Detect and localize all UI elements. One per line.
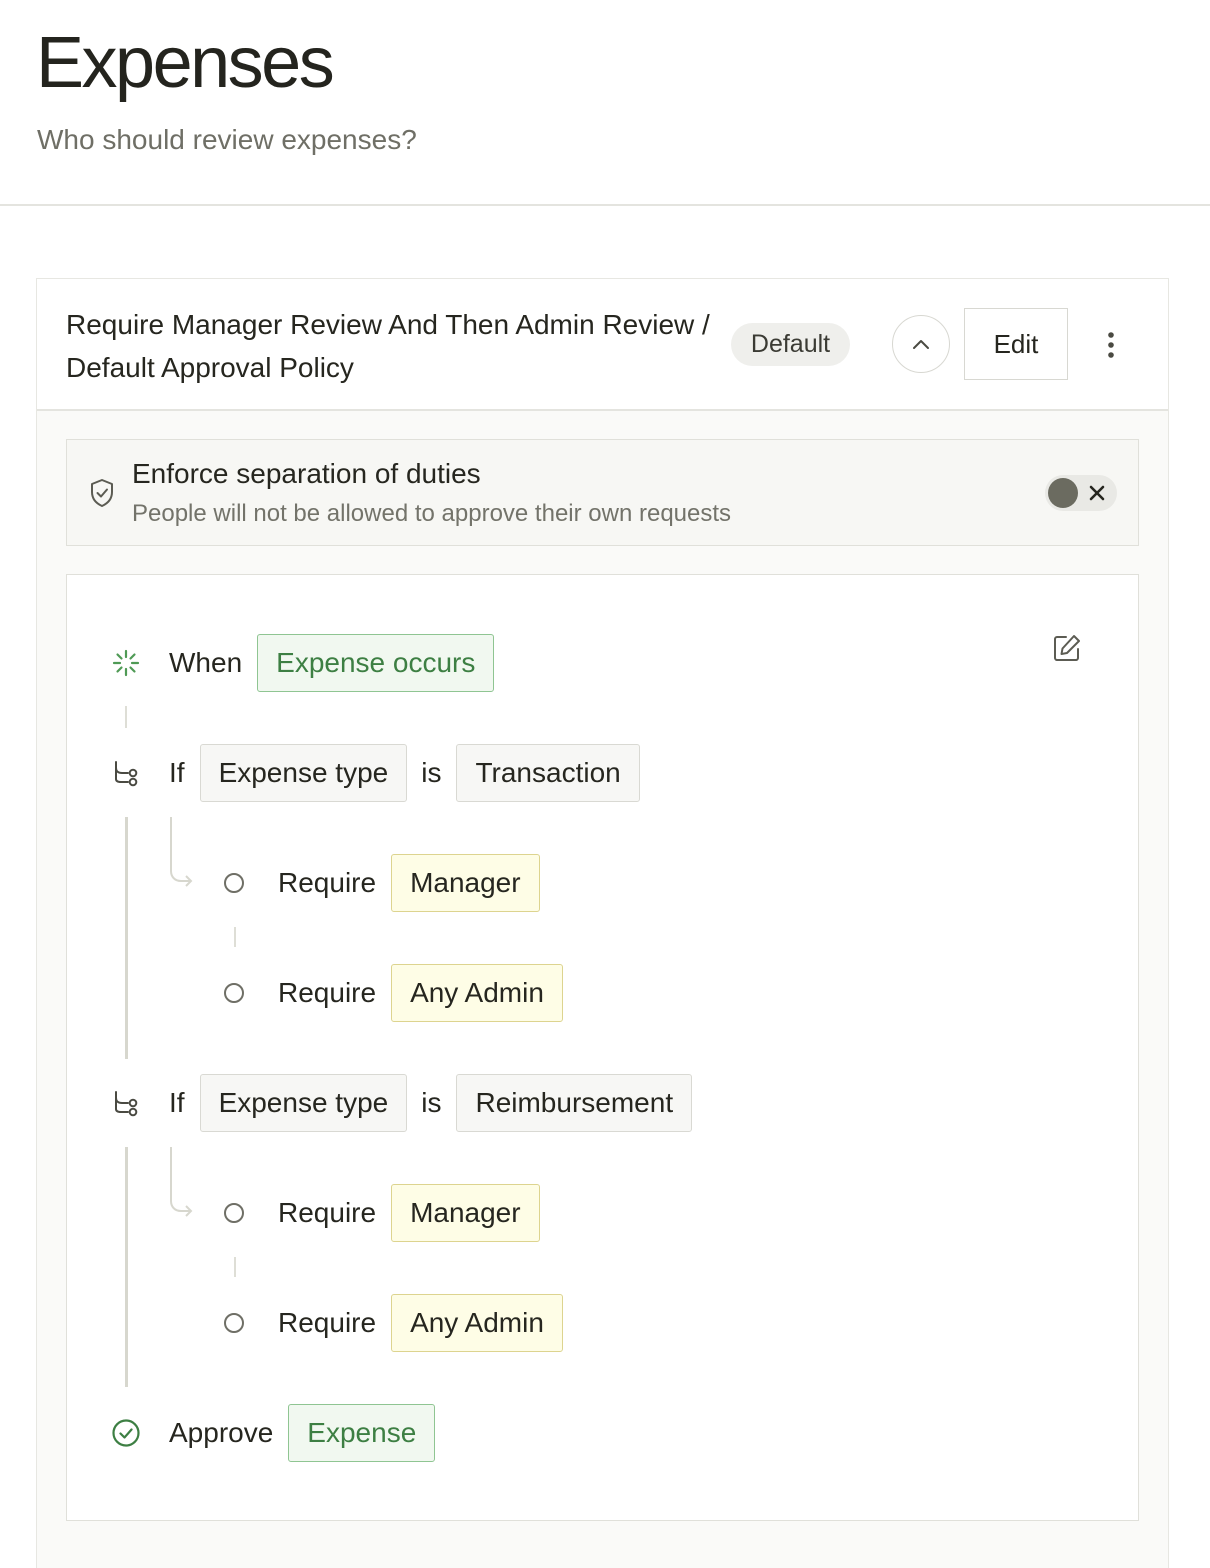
when-label: When (169, 647, 243, 678)
require-step-row: Require Manager (224, 853, 554, 913)
require-step-row: Require Manager (224, 1183, 554, 1243)
require-label: Require (278, 977, 377, 1008)
condition-row: If Expense type is Reimbursement (169, 1073, 706, 1133)
connector-line (234, 927, 236, 947)
operator-label: is (421, 1087, 442, 1118)
loader-icon (112, 649, 140, 677)
condition-row: If Expense type is Transaction (169, 743, 654, 803)
outcome-object-chip[interactable]: Expense (288, 1404, 436, 1462)
require-label: Require (278, 867, 377, 898)
if-label: If (169, 1087, 185, 1118)
require-step-row: Require Any Admin (224, 963, 577, 1023)
more-options-button[interactable] (1094, 323, 1128, 367)
branch-line (125, 1147, 128, 1387)
approver-chip[interactable]: Manager (391, 1184, 540, 1242)
require-label: Require (278, 1307, 377, 1338)
operator-label: is (421, 757, 442, 788)
branch-line (125, 817, 128, 1059)
policy-card: Require Manager Review And Then Admin Re… (36, 278, 1169, 1568)
collapse-button[interactable] (892, 315, 950, 373)
shield-check-icon (91, 479, 113, 507)
condition-value-chip[interactable]: Reimbursement (456, 1074, 693, 1132)
more-vertical-icon (1108, 332, 1114, 358)
policy-name: Require Manager Review And Then Admin Re… (66, 309, 710, 383)
connector-line (125, 706, 127, 728)
approver-chip[interactable]: Any Admin (391, 964, 563, 1022)
header-divider (0, 204, 1210, 206)
if-label: If (169, 757, 185, 788)
step-circle-icon (224, 1313, 244, 1333)
separation-of-duties-panel: Enforce separation of duties People will… (66, 439, 1139, 546)
branch-arrow-icon (170, 817, 193, 887)
trigger-row: When Expense occurs (169, 633, 508, 693)
default-badge: Default (731, 323, 850, 366)
page-subtitle: Who should review expenses? (37, 124, 417, 155)
policy-header: Require Manager Review And Then Admin Re… (37, 279, 1168, 411)
separation-of-duties-toggle[interactable] (1045, 475, 1117, 511)
branch-icon (112, 759, 140, 787)
step-circle-icon (224, 983, 244, 1003)
separation-of-duties-title: Enforce separation of duties (132, 458, 481, 489)
page-title: Expenses (36, 23, 335, 103)
branch-arrow-icon (170, 1147, 193, 1217)
chevron-up-icon (913, 340, 929, 349)
step-circle-icon (224, 873, 244, 893)
step-circle-icon (224, 1203, 244, 1223)
check-circle-icon (111, 1418, 141, 1448)
approver-chip[interactable]: Manager (391, 854, 540, 912)
outcome-row: Approve Expense (169, 1403, 449, 1463)
condition-field-chip[interactable]: Expense type (199, 1074, 408, 1132)
condition-field-chip[interactable]: Expense type (199, 744, 408, 802)
condition-value-chip[interactable]: Transaction (456, 744, 640, 802)
edit-policy-button[interactable]: Edit (964, 308, 1068, 380)
connector-line (234, 1257, 236, 1277)
edit-icon[interactable] (1052, 633, 1082, 663)
require-label: Require (278, 1197, 377, 1228)
approver-chip[interactable]: Any Admin (391, 1294, 563, 1352)
require-step-row: Require Any Admin (224, 1293, 577, 1353)
approval-rules-panel: When Expense occurs If Expense type is T… (66, 574, 1139, 1521)
toggle-knob (1048, 478, 1078, 508)
approve-label: Approve (169, 1417, 274, 1448)
trigger-event-chip[interactable]: Expense occurs (257, 634, 495, 692)
close-icon (1089, 485, 1105, 501)
separation-of-duties-description: People will not be allowed to approve th… (132, 500, 732, 527)
branch-icon (112, 1089, 140, 1117)
